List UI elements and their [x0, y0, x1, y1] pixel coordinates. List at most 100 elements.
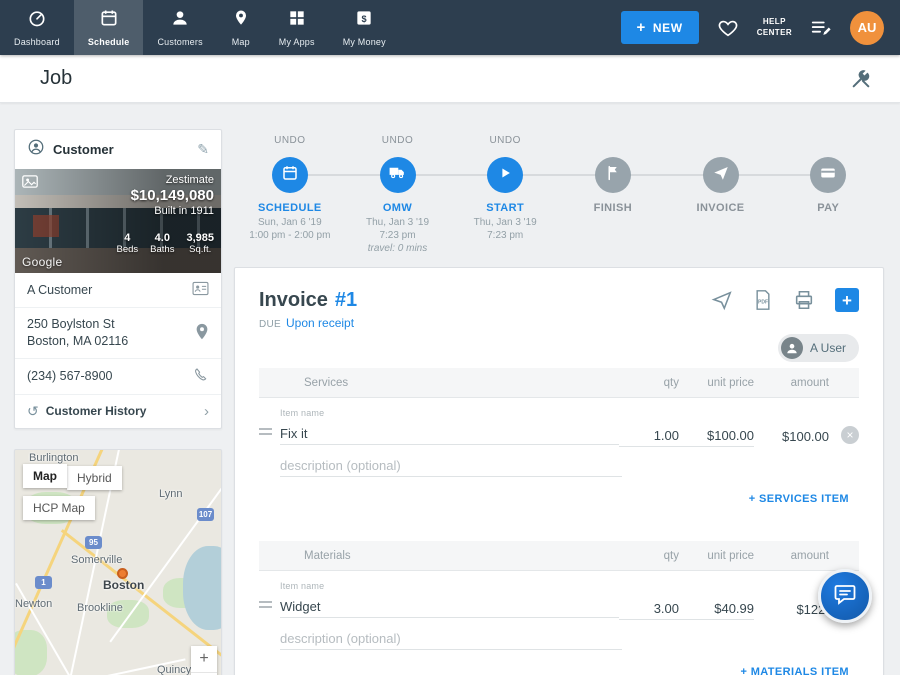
customer-name: A Customer [27, 282, 92, 299]
qty-column [619, 581, 679, 620]
nav-item-my-money[interactable]: $ My Money [329, 0, 400, 55]
heart-icon[interactable] [717, 17, 739, 39]
pdf-icon[interactable]: PDF [753, 289, 773, 311]
help-center-button[interactable]: HELP CENTER [757, 17, 792, 38]
property-photo[interactable]: Zestimate $10,149,080 Built in 1911 4 Be… [15, 169, 221, 273]
material-description-input[interactable] [280, 628, 622, 650]
invoice-header: Invoice #1 PDF [259, 288, 859, 312]
map-type-button-map[interactable]: Map [23, 464, 67, 488]
unit-price-column [679, 581, 754, 620]
nav-item-my-apps[interactable]: My Apps [265, 0, 329, 55]
amount-column-header: amount [754, 550, 829, 562]
undo-link[interactable]: UNDO [236, 135, 344, 151]
dashboard-icon [27, 8, 47, 33]
nav-item-customers[interactable]: Customers [143, 0, 216, 55]
highway-shield-1: 1 [35, 576, 52, 589]
customer-history-row[interactable]: ↺ Customer History › [15, 394, 221, 428]
customer-phone: (234) 567-8900 [27, 368, 112, 385]
notes-pencil-icon[interactable] [810, 17, 832, 39]
undo-link[interactable]: UNDO [344, 135, 452, 151]
svg-text:$: $ [362, 14, 367, 24]
service-description-input[interactable] [280, 455, 622, 477]
pay-step-button[interactable] [810, 157, 846, 193]
nav-item-map[interactable]: Map [217, 0, 265, 55]
map-widget[interactable]: Burlington Lynn Somerville Boston Newton… [14, 449, 222, 675]
step-date: Sun, Jan 6 '19 [236, 216, 344, 229]
drag-handle-icon[interactable] [259, 581, 280, 611]
undo-placeholder [667, 135, 775, 151]
zestimate-block: Zestimate $10,149,080 Built in 1911 [131, 174, 214, 217]
customer-phone-row: (234) 567-8900 [15, 358, 221, 394]
customer-address-row: 250 Boylston St Boston, MA 02116 [15, 307, 221, 358]
remove-item-button[interactable] [841, 426, 859, 444]
zoom-in-button[interactable]: + [191, 646, 217, 672]
stat-label: Sq.ft. [186, 244, 214, 255]
send-invoice-icon[interactable] [711, 289, 733, 311]
nav-label: Map [232, 37, 250, 47]
invoice-step-button[interactable] [703, 157, 739, 193]
nav-label: My Money [343, 37, 386, 47]
service-description-row [280, 455, 622, 477]
map-type-button-hcp[interactable]: HCP Map [23, 496, 95, 520]
material-unit-price-input[interactable] [679, 598, 754, 620]
money-icon: $ [354, 8, 374, 33]
help-center-line1: HELP [757, 17, 792, 27]
nav-spacer [400, 0, 621, 55]
add-invoice-item-button[interactable] [835, 288, 859, 312]
nav-item-dashboard[interactable]: Dashboard [0, 0, 74, 55]
material-qty-input[interactable] [619, 598, 679, 620]
edit-pencil-icon[interactable]: ✎ [197, 141, 209, 158]
property-stats: 4 Beds 4.0 Baths 3,985 Sq.ft. [117, 232, 214, 255]
stat-baths: 4.0 Baths [150, 232, 174, 255]
chat-bubble-icon [833, 582, 857, 611]
map-pin-icon [231, 8, 251, 33]
schedule-step-button[interactable] [272, 157, 308, 193]
new-button[interactable]: NEW [621, 11, 699, 44]
undo-placeholder [774, 135, 882, 151]
step-travel: travel: 0 mins [344, 242, 452, 255]
service-qty-input[interactable] [619, 425, 679, 447]
add-services-item-link[interactable]: + SERVICES ITEM [259, 477, 859, 511]
omw-step-button[interactable] [380, 157, 416, 193]
print-icon[interactable] [793, 289, 815, 311]
finish-step-button[interactable] [595, 157, 631, 193]
item-name-column: Item name [280, 408, 619, 445]
step-label: FINISH [559, 202, 667, 214]
contact-card-icon[interactable] [192, 281, 209, 299]
map-label-boston: Boston [103, 578, 144, 592]
nav-right-cluster: NEW HELP CENTER AU [621, 0, 900, 55]
map-type-button-hybrid[interactable]: Hybrid [67, 466, 122, 490]
map-label-newton: Newton [15, 598, 52, 610]
stat-value: 4.0 [150, 232, 174, 244]
drag-handle-icon[interactable] [259, 408, 280, 438]
map-label-quincy: Quincy [157, 664, 191, 675]
map-label-lynn: Lynn [159, 488, 182, 500]
assigned-user-chip[interactable]: A User [778, 334, 859, 362]
service-item-name-input[interactable] [280, 423, 619, 445]
play-icon [496, 164, 514, 187]
user-avatar[interactable]: AU [850, 11, 884, 45]
flag-icon [604, 164, 622, 187]
step-detail: Thu, Jan 3 '19 7:23 pm travel: 0 mins [344, 216, 452, 255]
calendar-icon [281, 164, 299, 187]
customer-card-header: Customer ✎ [15, 130, 221, 169]
undo-link[interactable]: UNDO [451, 135, 559, 151]
due-terms-link[interactable]: Upon receipt [286, 316, 354, 330]
services-section-header: Services qty unit price amount [259, 368, 859, 398]
start-step-button[interactable] [487, 157, 523, 193]
material-item-name-input[interactable] [280, 596, 619, 618]
materials-section-header: Materials qty unit price amount [259, 541, 859, 571]
chat-launcher-button[interactable] [818, 569, 872, 623]
service-unit-price-input[interactable] [679, 425, 754, 447]
highway-shield-107: 107 [197, 508, 214, 521]
step-label: SCHEDULE [236, 202, 344, 214]
due-line: DUE Upon receipt [259, 316, 859, 330]
map-marker [117, 568, 128, 579]
add-materials-item-link[interactable]: + MATERIALS ITEM [259, 650, 859, 675]
phone-icon[interactable] [193, 367, 209, 386]
built-year: Built in 1911 [131, 205, 214, 217]
location-pin-icon[interactable] [195, 323, 209, 343]
job-tools-icon[interactable] [850, 68, 872, 90]
timeline-step-omw: UNDO OMW Thu, Jan 3 '19 7:23 pm travel: … [344, 129, 452, 255]
nav-item-schedule[interactable]: Schedule [74, 0, 144, 55]
